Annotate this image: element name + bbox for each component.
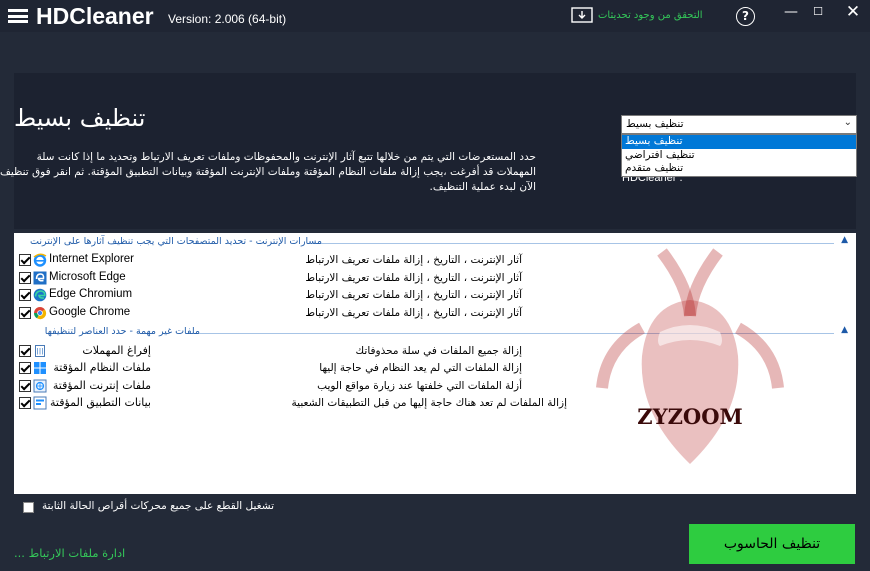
minimize-button[interactable]: — <box>776 0 806 28</box>
mode-option-advanced[interactable]: تنظيف متقدم <box>622 162 856 176</box>
app-name: HDCleaner <box>36 3 154 29</box>
edge-chromium-icon <box>33 288 47 302</box>
version-label: Version: 2.006 (64-bit) <box>168 12 287 26</box>
item-name: Edge Chromium <box>49 288 133 300</box>
hamburger-menu-icon[interactable] <box>8 9 28 23</box>
item-checkbox[interactable] <box>19 254 31 266</box>
chrome-icon <box>33 307 47 320</box>
item-description: آثار الإنترنت ، التاريخ ، إزالة ملفات تع… <box>305 289 522 301</box>
item-description: إزالة الملفات لم تعد هناك حاجة إليها من … <box>291 397 567 409</box>
mode-option-simple[interactable]: تنظيف بسيط <box>622 135 856 149</box>
chevron-down-icon[interactable]: ⌄ <box>844 117 852 128</box>
description-line: المهملات قد أفرغت ،يجب إزالة ملفات النظا… <box>0 166 536 178</box>
item-description: آثار الإنترنت ، التاريخ ، إزالة ملفات تع… <box>305 272 522 284</box>
page-title: تنظيف بسيط <box>14 104 146 132</box>
description-line: حدد المستعرضات التي يتم من خلالها تتبع آ… <box>36 151 536 163</box>
trim-ssd-checkbox[interactable] <box>23 502 34 513</box>
app-data-icon <box>33 396 47 410</box>
item-name: Google Chrome <box>49 306 131 318</box>
item-checkbox[interactable] <box>19 272 31 284</box>
description-line: الآن لبدء عملية التنظيف. <box>429 181 537 193</box>
item-description: آثار الإنترنت ، التاريخ ، إزالة ملفات تع… <box>305 254 522 266</box>
clean-computer-button[interactable]: تنظيف الحاسوب <box>689 524 855 564</box>
item-checkbox[interactable] <box>19 345 31 357</box>
item-name: ملفات إنترنت المؤقتة <box>52 379 151 392</box>
item-description: إزالة الملفات التي لم يعد النظام في حاجة… <box>319 362 522 374</box>
windows-icon <box>34 362 46 374</box>
collapse-caret-icon[interactable]: ▲ <box>841 325 848 335</box>
item-name: إفراغ المهملات <box>82 344 151 357</box>
zyzoom-watermark-logo: ZYZOOM <box>596 248 784 464</box>
mode-option-default[interactable]: تنظيف افتراضي <box>622 149 856 163</box>
internet-files-icon <box>33 379 47 393</box>
item-checkbox[interactable] <box>19 380 31 392</box>
item-description: آثار الإنترنت ، التاريخ ، إزالة ملفات تع… <box>305 307 522 319</box>
item-description: أزلة الملفات التي خلفتها عند زيارة مواقع… <box>317 380 522 392</box>
maximize-button[interactable]: ☐ <box>803 0 833 28</box>
check-updates-link[interactable]: التحقق من وجود تحديثات <box>598 10 703 21</box>
help-icon[interactable]: ? <box>736 7 755 26</box>
item-checkbox[interactable] <box>19 362 31 374</box>
recycle-bin-icon <box>35 345 45 357</box>
edge-legacy-icon <box>33 271 47 285</box>
item-checkbox[interactable] <box>19 307 31 319</box>
group-title: مسارات الإنترنت - تحديد المتصفحات التي ي… <box>30 236 322 247</box>
internet-explorer-icon <box>33 253 47 267</box>
trim-ssd-label: تشغيل القطع على جميع محركات أقراص الحالة… <box>41 500 274 512</box>
collapse-caret-icon[interactable]: ▲ <box>841 235 848 245</box>
group-title: ملفات غير مهمة - حدد العناصر لتنظيفها <box>44 326 200 337</box>
item-name: Microsoft Edge <box>49 271 126 283</box>
svg-text:ZYZOOM: ZYZOOM <box>637 404 742 429</box>
item-name: Internet Explorer <box>49 253 135 265</box>
page-description: حدد المستعرضات التي يتم من خلالها تتبع آ… <box>0 150 537 195</box>
item-name: بيانات التطبيق المؤقتة <box>50 396 151 409</box>
cleaning-mode-list: تنظيف بسيط تنظيف افتراضي تنظيف متقدم <box>621 134 857 177</box>
manage-cookies-link[interactable]: ادارة ملفات الارتباط ... <box>14 546 125 560</box>
update-check-icon[interactable] <box>571 6 593 24</box>
item-checkbox[interactable] <box>19 289 31 301</box>
close-button[interactable]: ✕ <box>838 0 868 28</box>
cleaning-mode-select[interactable]: تنظيف بسيط ⌄ <box>621 115 857 134</box>
item-name: ملفات النظام المؤقتة <box>53 361 151 374</box>
item-checkbox[interactable] <box>19 397 31 409</box>
item-description: إزالة جميع الملفات في سلة محذوفاتك <box>355 345 522 357</box>
selected-mode: تنظيف بسيط <box>626 118 684 130</box>
